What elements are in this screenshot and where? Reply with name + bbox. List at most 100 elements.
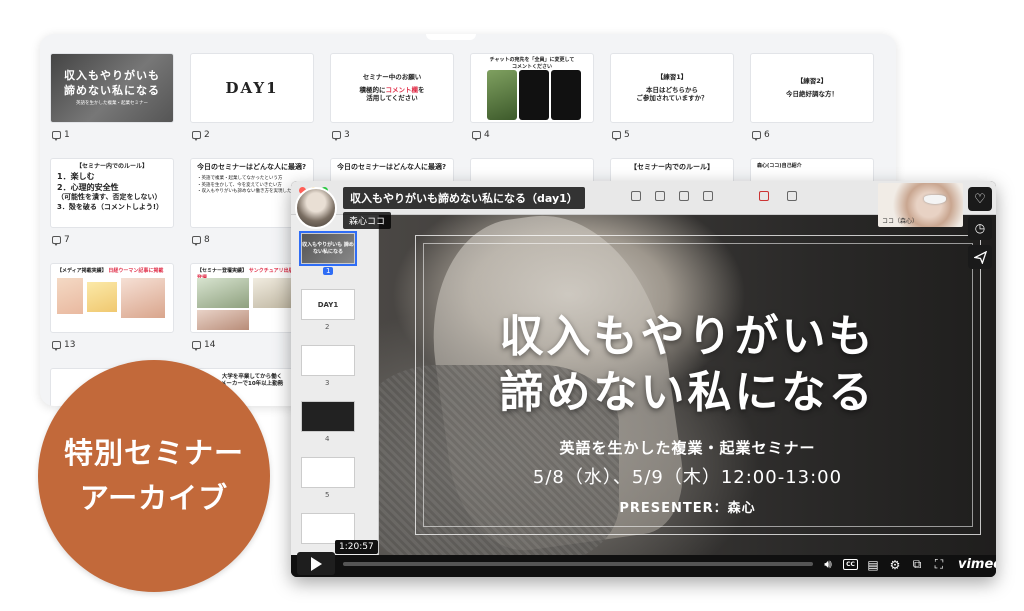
volume-icon[interactable]: 🔊︎ [821,557,835,572]
presenter-webcam: ココ（森心） [878,183,963,227]
slide-thumb-1[interactable]: 収入もやりがいも 諦めない私になる 英語を生かした複業・起業セミナー [50,53,174,123]
magazine-photo-1 [57,278,83,314]
comment-icon [472,131,481,141]
paper-plane-icon [973,250,987,264]
magazine-photo-3 [121,278,165,318]
keynote-slide-navigator: 収入もやりがいも 諦めない私になる 1 DAY1 2 3 4 5 [291,215,379,555]
phone-screenshot-2 [519,70,549,120]
comment-count-8: 8 [192,235,210,246]
toolbar-icon [703,191,713,201]
navigator-num-2: 2 [325,323,330,331]
slide-4-text: チャットの宛先を「全員」に変更して コメントください [489,57,575,70]
comment-count-1: 1 [52,130,70,141]
video-title-overlay: 収入もやりがいも諦めない私になる（day1） 森心ココ [295,187,585,229]
slide-2-text: DAY1 [225,78,279,97]
settings-gear-icon[interactable]: ⚙ [888,558,902,572]
toolbar-icon [631,191,641,201]
comment-icon [192,236,201,246]
transcript-icon[interactable]: ▤ [866,558,880,572]
time-tooltip: 1:20:57 [335,540,378,554]
comment-count-4: 4 [472,130,490,141]
comment-count-6: 6 [752,130,770,141]
slide-3-line1: セミナー中のお願い [362,72,422,81]
slide-thumb-5[interactable]: 【練習1】 本日はどちらから ご参加されていますか？ [610,53,734,123]
slide-7-rule1: 1．楽しむ [57,172,95,182]
play-button[interactable] [297,552,335,575]
picture-in-picture-icon[interactable]: ⧉ [910,557,924,572]
stage: 収入もやりがいも 諦めない私になる 英語を生かした複業・起業セミナー 1 DAY… [0,0,1024,611]
navigator-thumb-1: 収入もやりがいも 諦めない私になる [299,231,357,266]
slide-7-rule3: （可能性を潰す、否定をしない） [57,193,162,202]
slide-presenter: PRESENTER：森心 [619,501,756,516]
slide-3-line4: 活用してください [366,94,418,103]
comment-icon [52,236,61,246]
like-button[interactable]: ♡ [968,187,992,211]
comment-count-7: 7 [52,235,70,246]
slide-title-line2: 諦めない私になる [499,367,876,418]
slide-subtitle: 英語を生かした複業・起業セミナー [559,439,816,457]
seminar-photo-3 [197,310,249,330]
comment-count-5: 5 [612,130,630,141]
toolbar-icon [655,191,665,201]
badge-line1: 特別セミナー [63,436,244,471]
slide-thumb-3[interactable]: セミナー中のお願い 積極的にコメント欄を 活用してください [330,53,454,123]
presenter-mask [924,195,946,204]
comment-icon [192,131,201,141]
comment-count-14: 14 [192,340,215,351]
comment-icon [52,131,61,141]
video-player[interactable]: 収入もやりがいも 諦めない私になる 1 DAY1 2 3 4 5 収入もやりがい… [291,181,996,577]
slide-7-rule4: 3．殻を破る（コメントしよう!） [57,203,164,212]
slide-thumb-6[interactable]: 【練習2】 今日絶好調な方！ [750,53,874,123]
toolbar-icon [759,191,769,201]
slide-9-line1: 今日のセミナーはどんな人に最適? [337,163,447,171]
slide-6-line1: 【練習2】 [796,77,828,86]
navigator-thumb-3 [301,345,355,376]
progress-bar[interactable] [343,562,813,566]
toolbar-icon [679,191,689,201]
comment-icon [332,131,341,141]
control-icons: 🔊︎ CC ▤ ⚙ ⧉ ⛶ vimeo [821,557,996,572]
captions-icon[interactable]: CC [843,559,858,570]
vimeo-logo[interactable]: vimeo [958,557,996,572]
slide-title-line1: 収入もやりがいも [499,311,876,362]
navigator-thumb-5 [301,457,355,488]
slide-thumb-4[interactable]: チャットの宛先を「全員」に変更して コメントください [470,53,594,123]
navigator-thumb-2: DAY1 [301,289,355,320]
navigator-num-3: 3 [325,379,330,387]
video-title[interactable]: 収入もやりがいも諦めない私になる（day1） [343,187,585,209]
heart-icon: ♡ [974,191,986,207]
slide-7-rule2: 2．心理的安全性 [57,183,119,193]
navigator-num-4: 4 [325,435,330,443]
magazine-photo-2 [87,282,117,312]
slide-thumb-2[interactable]: DAY1 [190,53,314,123]
slide-5-line3: ご参加されていますか？ [636,94,708,103]
navigator-num-5: 5 [325,491,330,499]
slide-main-title: 収入もやりがいも 諦めない私になる [379,309,996,421]
comment-icon [192,341,201,351]
navigator-thumb-4 [301,401,355,432]
slide-8-bullet3: ・収入もやりがいも諦めない働き方を実現したい方 [197,188,301,194]
slide-thumb-13[interactable]: 【メディア掲載実績】 日経ウーマン記事に掲載 [50,263,174,333]
slide-dates: 5/8（水）、5/9（木）12:00-13:00 [532,467,843,488]
slide-8-line1: 今日のセミナーはどんな人に最適? [197,163,307,171]
toolbar-icon [787,191,797,201]
badge-line2: アーカイブ [79,481,229,515]
play-icon [310,556,322,571]
share-button[interactable] [968,245,992,269]
watch-later-button[interactable]: ◷ [968,216,992,240]
slide-5-line1: 【練習1】 [656,72,688,81]
seminar-photo-1 [197,278,249,308]
comment-count-13: 13 [52,340,75,351]
video-author[interactable]: 森心ココ [343,212,392,229]
slide-6-line2: 今日絶好調な方！ [786,90,838,98]
slide-11-line1: 【セミナー内でのルール】 [630,163,714,171]
video-frame[interactable]: 収入もやりがいも 諦めない私になる 英語を生かした複業・起業セミナー 5/8（水… [379,215,996,555]
slide-thumb-7[interactable]: 【セミナー内でのルール】 1．楽しむ 2．心理的安全性 （可能性を潰す、否定をし… [50,158,174,228]
panel-notch [426,34,476,40]
fullscreen-icon[interactable]: ⛶ [932,557,946,572]
author-avatar[interactable] [295,187,337,229]
archive-badge: 特別セミナー アーカイブ [38,360,270,592]
phone-screenshot-3 [551,70,581,120]
clock-icon: ◷ [974,221,986,235]
navigator-num-1: 1 [323,267,334,275]
